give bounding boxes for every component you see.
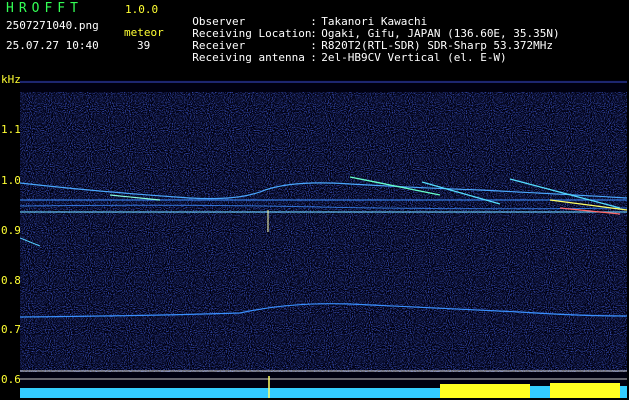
y-tick-label: 0.7 xyxy=(1,323,21,336)
filename-label: 2507271040.png xyxy=(6,19,99,32)
app-logo: HROFFT xyxy=(6,1,83,16)
datetime-label: 25.07.27 10:40 xyxy=(6,39,99,52)
y-tick-label: 0.8 xyxy=(1,274,21,287)
y-tick-label: 1.0 xyxy=(1,174,21,187)
intensity-bar-yellow xyxy=(440,384,530,398)
y-tick-label: 0.9 xyxy=(1,224,21,237)
info-antenna: Receiving antenna:2el-HB9CV Vertical (el… xyxy=(192,51,507,64)
spectrogram-plot xyxy=(20,80,627,398)
noise-field xyxy=(20,92,627,372)
meteor-label: meteor xyxy=(124,26,164,39)
y-tick-label: 0.6 xyxy=(1,373,21,386)
meteor-count: 39 xyxy=(137,39,151,52)
intensity-bar-yellow xyxy=(550,383,620,398)
intensity-bar-cyan xyxy=(20,388,440,398)
y-tick-label: 1.1 xyxy=(1,123,21,136)
version-label: 1.0.0 xyxy=(125,3,159,16)
y-unit-label: kHz xyxy=(1,73,21,86)
